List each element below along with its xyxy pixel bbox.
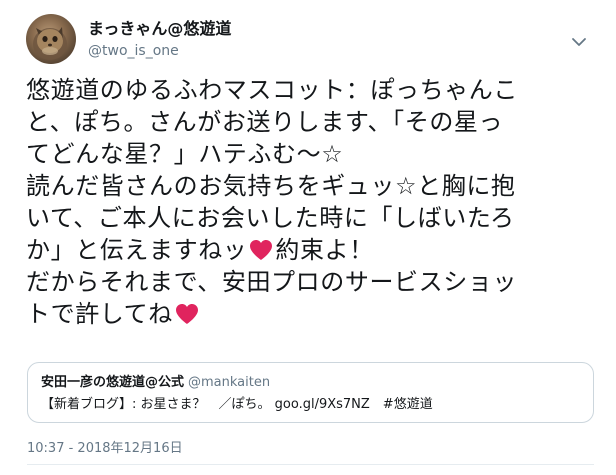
tweet-text-segment: トで許してね <box>26 300 173 328</box>
quoted-tweet-header: 安田一彦の悠遊道@公式 @mankaiten <box>41 374 270 392</box>
quoted-tweet-text: 【新着ブログ】: お星さま？ ／ぽち。 goo.gl/9Xs7NZ #悠遊道 <box>41 397 433 412</box>
tweet-text-line: てどんな星？」ハテふむ〜☆ <box>26 138 598 170</box>
cat-photo-avatar-icon <box>33 27 67 60</box>
tweet-text-line: と、ぽち。さんがお送りします、「その星っ <box>26 106 598 138</box>
tweet-text-line: か」と伝えますねッ 約束よ！ <box>26 234 598 266</box>
tweet-text-segment: 約束よ！ <box>275 236 374 264</box>
tweet-text-line: トで許してね <box>26 298 598 330</box>
tweet-text-segment: てどんな星？」ハテふむ〜☆ <box>26 140 344 168</box>
tweet-text-segment: いて、ご本人にお会いした時に「しばいたろ <box>26 204 515 232</box>
tweet-text-line: 悠遊道のゆるふわマスコット：ぽっちゃんこ <box>26 74 598 106</box>
quoted-author-handle: @mankaiten <box>188 375 271 390</box>
avatar[interactable] <box>26 14 76 64</box>
tweet-text: 悠遊道のゆるふわマスコット：ぽっちゃんこ と、ぽち。さんがお送りします、「その星… <box>26 74 598 330</box>
tweet-text-segment: と、ぽち。さんがお送りします、「その星っ <box>26 108 504 136</box>
tweet-text-segment: か」と伝えますねッ <box>26 236 248 264</box>
divider <box>27 464 594 465</box>
author-username[interactable]: @two_is_one <box>88 42 179 60</box>
tweet-text-segment: だからそれまで、安田プロのサービスショッ <box>26 268 518 296</box>
tweet-card: まっきゃん@悠遊道 @two_is_one 悠遊道のゆるふわマスコット：ぽっちゃ… <box>0 0 616 475</box>
tweet-text-line: 読んだ皆さんのお気持ちをギュッ☆と胸に抱 <box>26 170 598 202</box>
heart-emoji-icon <box>175 304 198 324</box>
heart-emoji-icon <box>250 240 273 260</box>
author-display-name[interactable]: まっきゃん@悠遊道 <box>88 19 231 39</box>
tweet-text-segment: 読んだ皆さんのお気持ちをギュッ☆と胸に抱 <box>26 172 516 200</box>
quoted-author-name: 安田一彦の悠遊道@公式 <box>41 375 185 390</box>
tweet-timestamp[interactable]: 10:37 - 2018年12月16日 <box>27 440 183 458</box>
chevron-down-icon[interactable] <box>570 34 588 48</box>
tweet-text-segment: 悠遊道のゆるふわマスコット：ぽっちゃんこ <box>26 76 518 104</box>
tweet-text-line: だからそれまで、安田プロのサービスショッ <box>26 266 598 298</box>
tweet-text-line: いて、ご本人にお会いした時に「しばいたろ <box>26 202 598 234</box>
quoted-tweet-card[interactable]: 安田一彦の悠遊道@公式 @mankaiten 【新着ブログ】: お星さま？ ／ぽち… <box>27 362 594 423</box>
